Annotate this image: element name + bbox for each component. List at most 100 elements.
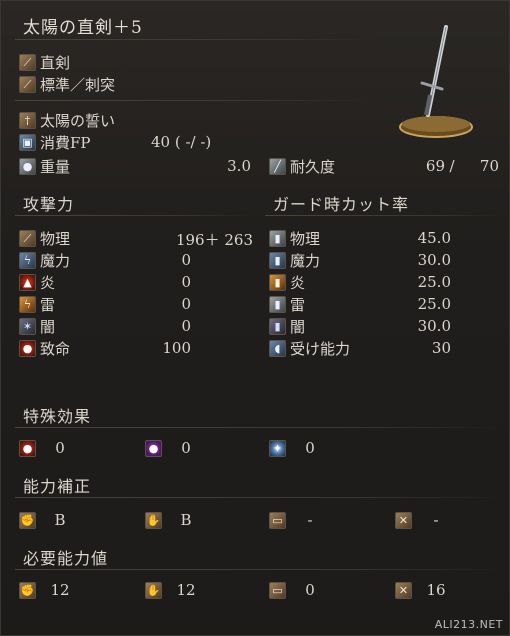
guard-label: 魔力 [290, 251, 321, 270]
durability-max: 70 [479, 157, 499, 175]
attack-type: 標準／刺突 [40, 75, 116, 94]
weapon-category-row: ⟋ 直剣 [19, 51, 70, 73]
attack-label: 魔力 [40, 251, 71, 270]
durability-label: 耐久度 [290, 157, 336, 176]
scaling-dexterity: ✋ B [145, 509, 206, 531]
guard-value: 25.0 [417, 273, 451, 291]
faith-req-icon: ✕ [395, 581, 412, 599]
dark-icon: ✶ [19, 317, 36, 335]
attack-label: 物理 [40, 229, 71, 248]
scaling-header: 能力補正 [23, 477, 92, 496]
strength-req-icon: ✊ [19, 581, 36, 599]
guard-value: 45.0 [417, 229, 451, 247]
effects-header: 特殊効果 [23, 407, 92, 426]
weight-row: ● 重量 [19, 155, 70, 177]
lightning-guard-icon: ▮ [269, 295, 286, 313]
guard-row-magic: ▮ 魔力 [269, 249, 320, 271]
bleed-icon: ● [19, 439, 36, 457]
divider [15, 569, 505, 570]
attack-label: 致命 [40, 339, 71, 358]
guard-row-dark: ▮ 闇 [269, 315, 305, 337]
scaling-value: B [54, 511, 66, 529]
physical-guard-icon: ▮ [269, 229, 286, 247]
title-divider [15, 39, 375, 40]
requirement-intelligence: ▭ 0 [269, 579, 330, 601]
weapon-detail-panel: 太陽の直剣＋5 ⟋ 直剣 ⟋ 標準／刺突 † 太陽の誓い ▣ 消費FP 40 (… [0, 0, 510, 636]
scaling-value: - [433, 511, 439, 529]
fire-guard-icon: ▮ [269, 273, 286, 291]
weapon-image [399, 25, 473, 138]
requirement-value: 16 [426, 581, 446, 599]
attack-value: 100 [162, 339, 191, 357]
guard-value: 30 [431, 339, 451, 357]
attack-value: 0 [181, 273, 191, 291]
guard-row-lightning: ▮ 雷 [269, 293, 305, 315]
guard-label: 闇 [290, 317, 306, 336]
effect-value: 0 [55, 439, 65, 457]
guard-value: 30.0 [417, 317, 451, 335]
requirement-value: 12 [50, 581, 70, 599]
attack-row-critical: ● 致命 [19, 337, 70, 359]
guard-value: 25.0 [417, 295, 451, 313]
critical-icon: ● [19, 339, 36, 357]
guard-row-physical: ▮ 物理 [269, 227, 320, 249]
divider [15, 497, 505, 498]
effect-value: 0 [305, 439, 315, 457]
attack-label: 闇 [40, 317, 56, 336]
attack-row-lightning: ϟ 雷 [19, 293, 55, 315]
weapon-skill-row: † 太陽の誓い [19, 109, 115, 131]
stability-icon: ◖ [269, 339, 286, 357]
attack-value: 0 [181, 295, 191, 313]
weapon-skill: 太陽の誓い [40, 111, 116, 130]
divider [15, 215, 255, 216]
attack-label: 炎 [40, 273, 56, 292]
lightning-icon: ϟ [19, 295, 36, 313]
physical-icon: ⟋ [19, 229, 36, 247]
fp-icon: ▣ [19, 133, 36, 151]
watermark: ALI213.NET [434, 618, 503, 631]
faith-icon: ✕ [395, 511, 412, 529]
fp-label: 消費FP [40, 133, 91, 152]
effect-frost: ✦ 0 [269, 437, 330, 459]
dexterity-req-icon: ✋ [145, 581, 162, 599]
guard-label: 物理 [290, 229, 321, 248]
weight-icon: ● [19, 157, 36, 175]
attack-type-row: ⟋ 標準／刺突 [19, 73, 115, 95]
durability-icon: ╱ [269, 157, 286, 175]
sword-icon: ⟋ [19, 53, 36, 71]
scaling-strength: ✊ B [19, 509, 80, 531]
attack-value: 0 [181, 317, 191, 335]
guard-label: 雷 [290, 295, 306, 314]
requirement-value: 0 [305, 581, 315, 599]
poison-icon: ● [145, 439, 162, 457]
divider [15, 100, 375, 101]
attack-row-dark: ✶ 闇 [19, 315, 55, 337]
durability-slash: / [449, 157, 455, 175]
effect-value: 0 [181, 439, 191, 457]
guard-header: ガード時カット率 [273, 195, 410, 214]
attack-row-magic: ϟ 魔力 [19, 249, 70, 271]
attack-label: 雷 [40, 295, 56, 314]
magic-guard-icon: ▮ [269, 251, 286, 269]
magic-icon: ϟ [19, 251, 36, 269]
strength-icon: ✊ [19, 511, 36, 529]
scaling-intelligence: ▭ - [269, 509, 330, 531]
divider [265, 215, 505, 216]
intelligence-icon: ▭ [269, 511, 286, 529]
attack-value: 0 [181, 251, 191, 269]
frost-icon: ✦ [269, 439, 286, 457]
scaling-value: B [180, 511, 192, 529]
attack-header: 攻撃力 [23, 195, 75, 214]
divider [15, 427, 505, 428]
effect-poison: ● 0 [145, 437, 206, 459]
weapon-category: 直剣 [40, 53, 71, 72]
guard-row-stability: ◖ 受け能力 [269, 337, 350, 359]
guard-row-fire: ▮ 炎 [269, 271, 305, 293]
scaling-faith: ✕ - [395, 509, 456, 531]
requirement-value: 12 [176, 581, 196, 599]
skill-icon: † [19, 111, 36, 129]
requirement-strength: ✊ 12 [19, 579, 80, 601]
fp-value: 40 ( -/ -) [151, 133, 212, 151]
weight-label: 重量 [40, 157, 71, 176]
attack-type-icon: ⟋ [19, 75, 36, 93]
